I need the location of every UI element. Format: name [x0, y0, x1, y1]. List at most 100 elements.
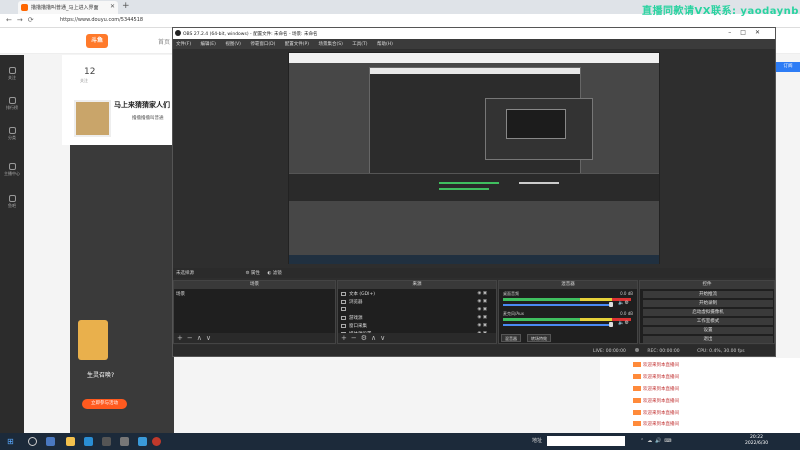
eye-icon[interactable]: ◉ ▣ — [477, 323, 487, 328]
tab-mixer[interactable]: 混音器 — [501, 334, 521, 342]
window-icon — [341, 323, 346, 328]
chat-line: 欢迎来到本直播间 — [633, 398, 679, 404]
properties-button[interactable]: 属性 — [251, 271, 260, 276]
obs-window: OBS 27.2.4 (64-bit, windows) - 配置文件: 未命名… — [172, 27, 776, 357]
filter-icon[interactable]: ◐ — [267, 271, 271, 276]
window-controls[interactable]: –□✕ — [728, 29, 769, 36]
source-item[interactable]: 文本 (GDI+) ◉ ▣ — [341, 291, 491, 297]
nested-titlebar — [370, 68, 580, 74]
menu-scene-collection[interactable]: 场景集合(S) — [318, 42, 342, 47]
exit-button[interactable]: 退出 — [643, 336, 773, 343]
rail-item-rank[interactable]: 排行榜 — [4, 97, 20, 111]
menu-edit[interactable]: 编辑(E) — [201, 42, 216, 47]
nav-buttons[interactable]: ←→⟳ — [6, 16, 39, 24]
mixer-header: 混音器 — [499, 281, 637, 289]
menu-file[interactable]: 文件(F) — [176, 42, 191, 47]
rail-item-category[interactable]: 分类 — [4, 127, 20, 141]
ad-image[interactable] — [78, 320, 108, 360]
douyu-logo[interactable]: 斗鱼 — [86, 34, 108, 48]
source-item[interactable]: 窗口采集 ◉ ▣ — [341, 323, 491, 329]
edge-icon[interactable] — [84, 437, 93, 446]
rail-item-anchor[interactable]: 主播中心 — [4, 163, 20, 177]
eye-icon[interactable]: ◉ ▣ — [477, 291, 487, 296]
speaker-icon[interactable]: 🔈⚙ — [618, 300, 629, 306]
windows-start-icon[interactable]: ⊞ — [7, 437, 14, 446]
source-item[interactable]: 游戏源 ◉ ▣ — [341, 315, 491, 321]
rec-dot-icon — [635, 348, 640, 352]
address-toolbar-input[interactable] — [547, 436, 625, 446]
studio-mode-button[interactable]: 工作室模式 — [643, 318, 773, 325]
volume-slider-handle[interactable] — [609, 302, 613, 307]
volume-meter — [503, 318, 631, 321]
address-toolbar-label: 地址 — [532, 438, 543, 444]
douyu-favicon-icon — [21, 4, 28, 11]
recording-app-icon[interactable] — [152, 437, 161, 446]
eye-icon[interactable]: ◉ ▣ — [477, 315, 487, 320]
browser-tab[interactable]: 撸撸撸撸叫普通_马上进入界面 ✕ — [18, 1, 118, 14]
scenes-toolbar[interactable]: +−∧∨ — [174, 333, 335, 343]
virtual-camera-button[interactable]: 启动虚拟摄像机 — [643, 309, 773, 316]
volume-slider[interactable] — [503, 304, 613, 306]
file-explorer-icon[interactable] — [66, 437, 75, 446]
taskbar-clock[interactable]: 20:22 2022/6/30 — [745, 435, 768, 447]
new-tab-icon[interactable]: + — [122, 1, 130, 11]
ad-button[interactable]: 立即参与活动 — [82, 399, 127, 409]
system-tray-icons[interactable]: ⌃☁🔊⌨ — [640, 438, 675, 444]
menu-view[interactable]: 视图(V) — [225, 42, 241, 47]
tab-title: 撸撸撸撸叫普通_马上进入界面 — [31, 5, 99, 11]
volume-slider[interactable] — [503, 324, 613, 326]
url-field[interactable]: https://www.douyu.com/5344518 — [60, 17, 143, 23]
obs-title: OBS 27.2.4 (64-bit, windows) - 配置文件: 未命名… — [183, 32, 318, 37]
subscribe-button[interactable]: 订阅 — [776, 62, 800, 72]
speaker-icon[interactable]: 🔈⚙ — [618, 320, 629, 326]
sources-header: 来源 — [338, 281, 496, 289]
avatar[interactable] — [74, 100, 111, 137]
menu-help[interactable]: 帮助(H) — [377, 42, 393, 47]
heart-icon — [8, 67, 16, 74]
settings-button[interactable]: 设置 — [643, 327, 773, 334]
rank-label: 关注 — [80, 78, 88, 83]
close-icon[interactable]: ✕ — [110, 3, 115, 10]
nested-obs-dock — [289, 173, 659, 201]
task-view-icon[interactable] — [46, 437, 55, 446]
nested-browser-bar — [289, 53, 659, 63]
track-db: 0.0 dB — [620, 291, 633, 296]
streamer-name[interactable]: 撸撸撸撸叫普通 — [132, 115, 164, 121]
tab-transitions[interactable]: 转场特效 — [527, 334, 551, 342]
video-player[interactable] — [70, 145, 174, 433]
obs-menubar: 文件(F) 编辑(E) 视图(V) 停靠窗口(D) 配置文件(P) 场景集合(S… — [173, 39, 775, 49]
menu-tools[interactable]: 工具(T) — [352, 42, 367, 47]
chrome-icon[interactable] — [138, 437, 147, 446]
rail-item-follow[interactable]: 关注 — [4, 67, 20, 81]
chat-line: 欢迎来到本直播间 — [633, 410, 679, 416]
rail-item-fishbar[interactable]: 鱼吧 — [4, 195, 20, 209]
obs-preview[interactable] — [288, 52, 660, 264]
start-recording-button[interactable]: 开始录制 — [643, 300, 773, 307]
badge-icon — [633, 374, 641, 379]
track-name: 麦克风/Aux — [503, 311, 524, 316]
chat-line: 欢迎来到本直播间 — [633, 386, 679, 392]
source-item[interactable]: ◉ ▣ — [341, 307, 491, 313]
start-streaming-button[interactable]: 开始推流 — [643, 291, 773, 298]
badge-icon — [633, 410, 641, 415]
nav-home-link[interactable]: 首页 — [158, 37, 170, 46]
volume-slider-handle[interactable] — [609, 322, 613, 327]
badge-icon — [633, 398, 641, 403]
source-item[interactable]: 浏览器 ◉ ▣ — [341, 299, 491, 305]
obs-app-icon[interactable] — [120, 437, 129, 446]
nested-meter — [439, 182, 499, 184]
eye-icon[interactable]: ◉ ▣ — [477, 307, 487, 312]
search-icon[interactable] — [28, 437, 37, 446]
sources-toolbar[interactable]: +−⚙∧∨ — [338, 333, 496, 343]
scene-item[interactable]: 场景 — [176, 291, 185, 297]
grid-icon — [8, 127, 16, 134]
recursive-capture — [288, 52, 660, 264]
eye-icon[interactable]: ◉ ▣ — [477, 299, 487, 304]
menu-docks[interactable]: 停靠窗口(D) — [250, 42, 275, 47]
clock-date: 2022/6/30 — [745, 441, 769, 446]
gear-icon[interactable]: ⚙ — [245, 271, 249, 276]
steam-icon[interactable] — [102, 437, 111, 446]
filters-button[interactable]: 滤镜 — [273, 271, 282, 276]
chat-line: 欢迎来到本直播间 — [633, 374, 679, 380]
menu-profile[interactable]: 配置文件(P) — [285, 42, 309, 47]
